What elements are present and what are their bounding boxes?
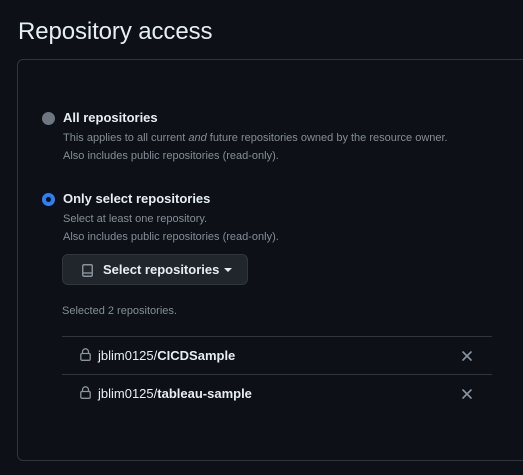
lock-icon (80, 348, 91, 366)
select-repositories-button[interactable]: Select repositories (62, 254, 248, 285)
repository-name: jblim0125/CICDSample (98, 348, 235, 363)
repository-short-name: tableau-sample (157, 386, 252, 401)
close-icon (462, 351, 472, 361)
chevron-down-icon (224, 268, 232, 272)
section-title: Repository access (18, 18, 213, 45)
repository-name: jblim0125/tableau-sample (98, 386, 252, 401)
remove-repository-button[interactable] (460, 387, 474, 401)
repo-icon (82, 264, 93, 282)
description-text: This applies to all current (63, 132, 189, 144)
all-repositories-label[interactable]: All repositories (63, 110, 158, 125)
list-item: jblim0125/tableau-sample (62, 375, 492, 412)
select-repositories-description: Select at least one repository. (63, 213, 208, 225)
select-repositories-radio[interactable] (42, 193, 55, 206)
all-repositories-description: This applies to all current and future r… (63, 132, 448, 144)
selected-repositories-list: jblim0125/CICDSample jblim0125/tableau-s… (62, 336, 492, 412)
description-emphasis: and (188, 132, 207, 144)
select-repositories-button-label: Select repositories (103, 262, 220, 277)
description-text: future repositories owned by the resourc… (206, 132, 448, 144)
remove-repository-button[interactable] (460, 349, 474, 363)
close-icon (462, 389, 472, 399)
repository-owner: jblim0125/ (98, 386, 158, 401)
repository-access-page: Repository access All repositories This … (0, 0, 523, 475)
repository-short-name: CICDSample (157, 348, 236, 363)
selected-count-text: Selected 2 repositories. (62, 305, 177, 317)
select-repositories-label[interactable]: Only select repositories (63, 191, 210, 206)
repository-owner: jblim0125/ (98, 348, 158, 363)
all-repositories-radio[interactable] (42, 112, 55, 125)
lock-icon (80, 386, 91, 404)
all-repositories-note: Also includes public repositories (read-… (63, 150, 279, 162)
list-item: jblim0125/CICDSample (62, 337, 492, 375)
select-repositories-note: Also includes public repositories (read-… (63, 231, 279, 243)
